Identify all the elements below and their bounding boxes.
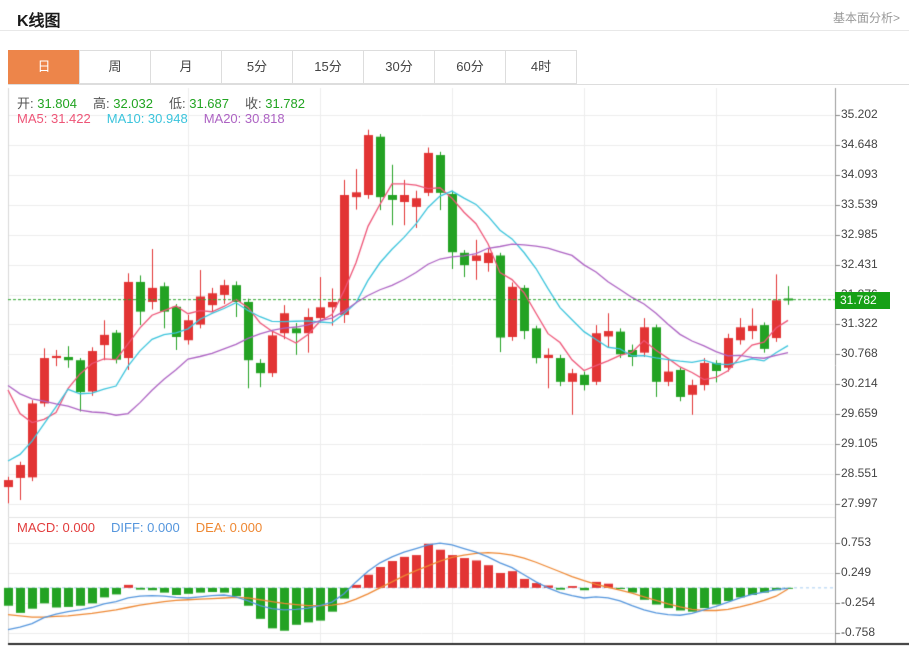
price-axis-tick: 34.093 bbox=[841, 167, 905, 181]
tab-month[interactable]: 月 bbox=[150, 50, 222, 84]
price-axis-tick: 35.202 bbox=[841, 107, 905, 121]
price-axis-tick: 32.985 bbox=[841, 227, 905, 241]
readout-pair: 收: 31.782 bbox=[245, 93, 305, 112]
price-axis-tick: 30.768 bbox=[841, 346, 905, 360]
tab-15min[interactable]: 15分 bbox=[292, 50, 364, 84]
price-axis-tick: 30.214 bbox=[841, 376, 905, 390]
readout-pair: MA5: 31.422 bbox=[17, 111, 91, 126]
macd-axis-tick: 0.249 bbox=[841, 565, 905, 579]
readout-pair: MACD: 0.000 bbox=[17, 520, 95, 535]
kline-page: K线图 基本面分析> 日周月5分15分30分60分4时 开: 31.804 高: … bbox=[0, 0, 909, 646]
current-price-badge: 31.782 bbox=[835, 292, 890, 309]
price-axis-tick: 28.551 bbox=[841, 466, 905, 480]
macd-axis-tick: -0.254 bbox=[841, 595, 905, 609]
tab-5min[interactable]: 5分 bbox=[221, 50, 293, 84]
readout-pair: MA20: 30.818 bbox=[204, 111, 285, 126]
price-axis-tick: 29.659 bbox=[841, 406, 905, 420]
macd-axis-tick: -0.758 bbox=[841, 625, 905, 639]
price-axis-tick: 27.997 bbox=[841, 496, 905, 510]
ma-readout: MA5: 31.422 MA10: 30.948 MA20: 30.818 bbox=[17, 111, 285, 126]
header-divider bbox=[0, 30, 909, 31]
macd-readout: MACD: 0.000 DIFF: 0.000 DEA: 0.000 bbox=[17, 520, 262, 535]
price-axis-tick: 31.322 bbox=[841, 316, 905, 330]
macd-axis-tick: 0.753 bbox=[841, 535, 905, 549]
price-axis-tick: 33.539 bbox=[841, 197, 905, 211]
tab-4hour[interactable]: 4时 bbox=[505, 50, 577, 84]
tab-week[interactable]: 周 bbox=[79, 50, 151, 84]
readout-pair: 高: 32.032 bbox=[93, 93, 153, 112]
readout-pair: 开: 31.804 bbox=[17, 93, 77, 112]
fundamental-analysis-link[interactable]: 基本面分析> bbox=[833, 9, 900, 26]
tab-30min[interactable]: 30分 bbox=[363, 50, 435, 84]
price-axis-tick: 34.648 bbox=[841, 137, 905, 151]
price-axis-tick: 32.431 bbox=[841, 257, 905, 271]
tab-day[interactable]: 日 bbox=[8, 50, 80, 84]
price-axis-tick: 29.105 bbox=[841, 436, 905, 450]
tab-60min[interactable]: 60分 bbox=[434, 50, 506, 84]
readout-pair: 低: 31.687 bbox=[169, 93, 229, 112]
ohlc-readout: 开: 31.804 高: 32.032 低: 31.687 收: 31.782 bbox=[17, 93, 305, 112]
period-tab-bar: 日周月5分15分30分60分4时 bbox=[8, 50, 909, 85]
page-title: K线图 bbox=[17, 7, 61, 31]
readout-pair: MA10: 30.948 bbox=[107, 111, 188, 126]
readout-pair: DEA: 0.000 bbox=[196, 520, 263, 535]
readout-pair: DIFF: 0.000 bbox=[111, 520, 180, 535]
